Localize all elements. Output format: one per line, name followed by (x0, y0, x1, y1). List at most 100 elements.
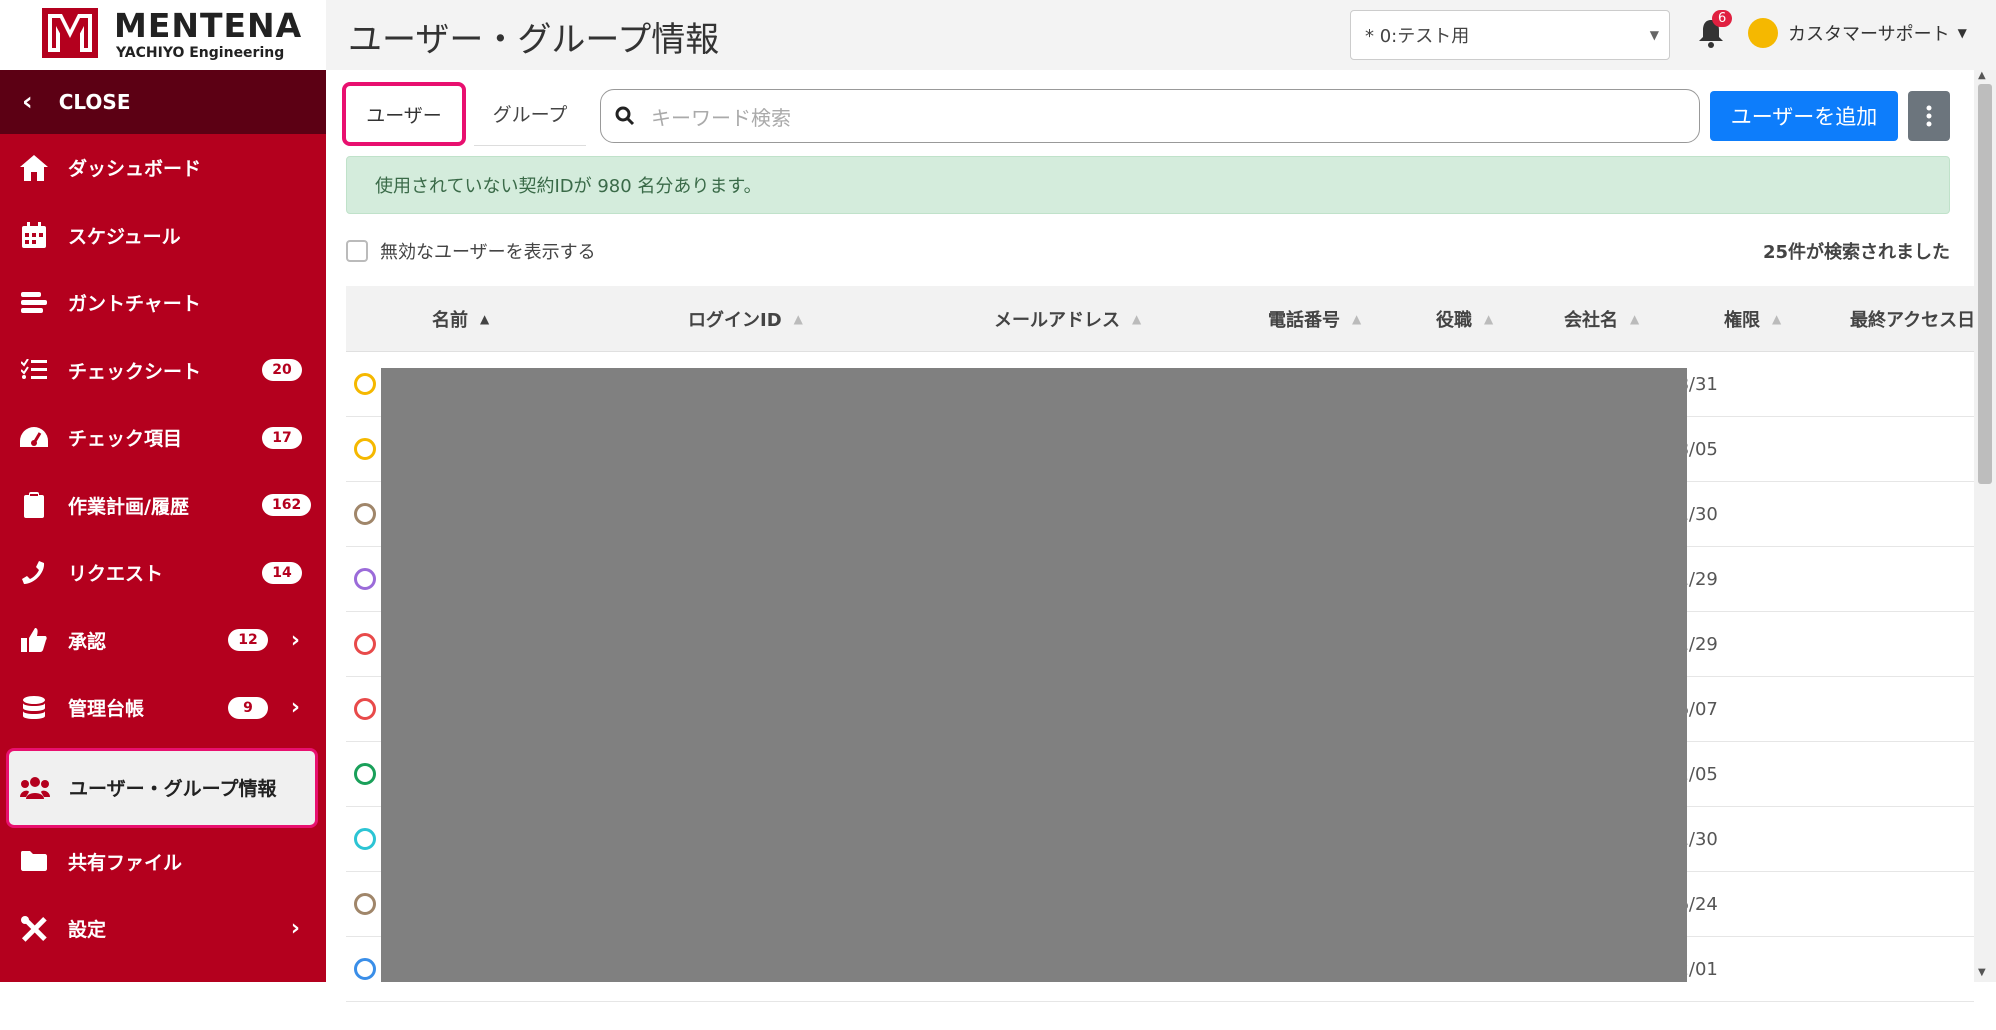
approval-count-badge: 12 (228, 629, 268, 651)
chevron-left-icon: ‹ (22, 89, 33, 115)
sidebar-item-shared-files[interactable]: 共有ファイル (0, 828, 326, 896)
phone-icon (18, 557, 50, 589)
scrollbar[interactable]: ▲ ▼ (1974, 70, 1996, 982)
column-label: 電話番号 (1268, 306, 1340, 332)
user-avatar-icon (354, 958, 376, 980)
sidebar-item-label: ユーザー・グループ情報 (69, 774, 276, 801)
column-header-position[interactable]: 役職 ▲ (1436, 286, 1493, 352)
column-label: 最終アクセス日 (1850, 306, 1974, 332)
scroll-up-icon[interactable]: ▲ (1978, 70, 1986, 81)
more-options-button[interactable] (1908, 91, 1950, 141)
sidebar-item-label: 分析 (68, 983, 106, 1010)
column-label: メールアドレス (994, 306, 1120, 332)
database-icon (18, 692, 50, 724)
logo: MENTENA YACHIYO Engineering (0, 0, 326, 70)
calendar-icon (18, 219, 50, 251)
sidebar-item-label: 設定 (68, 915, 106, 942)
gantt-icon (18, 287, 50, 319)
page-title: ユーザー・グループ情報 (348, 12, 719, 61)
user-avatar-icon (354, 828, 376, 850)
brand-name: MENTENA (114, 6, 302, 45)
project-select[interactable]: * 0:テスト用 ▼ (1350, 10, 1670, 60)
column-header-last-access[interactable]: 最終アクセス日 (1850, 286, 1974, 352)
brand-sub: YACHIYO Engineering (116, 45, 284, 61)
sidebar-item-approval[interactable]: 承認 12 › (0, 607, 326, 675)
thumbs-up-icon (18, 624, 50, 656)
sort-icon: ▲ (1484, 312, 1493, 326)
scrollbar-thumb[interactable] (1978, 84, 1992, 484)
sidebar-item-request[interactable]: リクエスト 14 (0, 539, 326, 607)
checksheet-count-badge: 20 (262, 359, 302, 381)
sort-icon: ▲ (1630, 312, 1639, 326)
column-header-name[interactable]: 名前▲ (432, 286, 489, 352)
user-avatar-icon (354, 438, 376, 460)
user-avatar-icon (354, 503, 376, 525)
search-placeholder: キーワード検索 (651, 102, 791, 131)
user-avatar-icon (354, 373, 376, 395)
sort-asc-icon: ▲ (480, 312, 489, 326)
chevron-right-icon: › (291, 628, 300, 653)
sidebar-item-label: スケジュール (68, 222, 181, 249)
project-select-value: * 0:テスト用 (1365, 22, 1469, 48)
caret-down-icon: ▼ (1650, 28, 1659, 42)
user-avatar-icon (354, 568, 376, 590)
notification-badge: 6 (1712, 10, 1732, 27)
column-header-company[interactable]: 会社名 ▲ (1564, 286, 1639, 352)
result-count: 25件が検索されました (1763, 238, 1950, 264)
sidebar: MENTENA YACHIYO Engineering ‹ CLOSE ダッシュ… (0, 0, 326, 982)
chevron-right-icon: › (291, 916, 300, 941)
sidebar-item-work-plan[interactable]: 作業計画/履歴 162 (0, 472, 326, 540)
sort-icon: ▲ (1352, 312, 1361, 326)
column-header-email[interactable]: メールアドレス ▲ (994, 286, 1141, 352)
column-header-phone[interactable]: 電話番号 ▲ (1268, 286, 1361, 352)
check-items-count-badge: 17 (262, 427, 302, 449)
user-menu[interactable]: カスタマーサポート ▼ (1748, 18, 1967, 48)
show-inactive-label: 無効なユーザーを表示する (380, 238, 596, 264)
sort-icon: ▲ (794, 312, 803, 326)
add-user-button[interactable]: ユーザーを追加 (1710, 91, 1898, 141)
sidebar-item-label: 承認 (68, 627, 106, 654)
column-label: 権限 (1724, 306, 1760, 332)
column-header-permission[interactable]: 権限 ▲ (1724, 286, 1781, 352)
header: ユーザー・グループ情報 * 0:テスト用 ▼ 6 カスタマーサポート ▼ (326, 0, 1996, 70)
show-inactive-checkbox[interactable] (346, 240, 368, 262)
sidebar-item-label: 共有ファイル (68, 848, 182, 875)
tab-group[interactable]: グループ (474, 82, 586, 146)
scroll-down-icon[interactable]: ▼ (1978, 967, 1986, 978)
column-label: 会社名 (1564, 306, 1618, 332)
gauge-icon (18, 422, 50, 454)
home-icon (18, 152, 50, 184)
tab-user[interactable]: ユーザー (342, 82, 466, 146)
sidebar-item-checksheet[interactable]: チェックシート 20 (0, 337, 326, 405)
user-avatar-icon (354, 633, 376, 655)
users-icon (19, 772, 51, 804)
request-count-badge: 14 (262, 562, 302, 584)
sidebar-item-dashboard[interactable]: ダッシュボード (0, 134, 326, 202)
column-label: 役職 (1436, 306, 1472, 332)
user-avatar-icon (354, 698, 376, 720)
sidebar-item-label: ダッシュボード (68, 154, 201, 181)
avatar (1748, 18, 1778, 48)
sidebar-close-button[interactable]: ‹ CLOSE (0, 70, 326, 134)
checklist-icon (18, 354, 50, 386)
close-label: CLOSE (59, 90, 131, 114)
sidebar-item-label: ガントチャート (68, 289, 201, 316)
sidebar-item-ledger[interactable]: 管理台帳 9 › (0, 674, 326, 742)
mentena-logo-icon (42, 8, 98, 58)
sidebar-item-settings[interactable]: 設定 › (0, 895, 326, 963)
chevron-right-icon: › (291, 695, 300, 720)
sidebar-item-label: リクエスト (68, 559, 163, 586)
sidebar-item-analysis[interactable]: 分析 (0, 963, 326, 1030)
sort-icon: ▲ (1772, 312, 1781, 326)
show-inactive-toggle[interactable]: 無効なユーザーを表示する (346, 238, 596, 264)
search-input[interactable]: キーワード検索 (600, 89, 1700, 143)
sidebar-item-user-group[interactable]: ユーザー・グループ情報 (6, 748, 318, 828)
more-vertical-icon (1926, 105, 1932, 127)
clipboard-icon (18, 489, 50, 521)
sort-icon: ▲ (1132, 312, 1141, 326)
caret-down-icon: ▼ (1958, 26, 1967, 40)
sidebar-item-gantt[interactable]: ガントチャート (0, 269, 326, 337)
sidebar-item-schedule[interactable]: スケジュール (0, 202, 326, 270)
sidebar-item-check-items[interactable]: チェック項目 17 (0, 404, 326, 472)
column-header-login-id[interactable]: ログインID▲ (688, 286, 803, 352)
